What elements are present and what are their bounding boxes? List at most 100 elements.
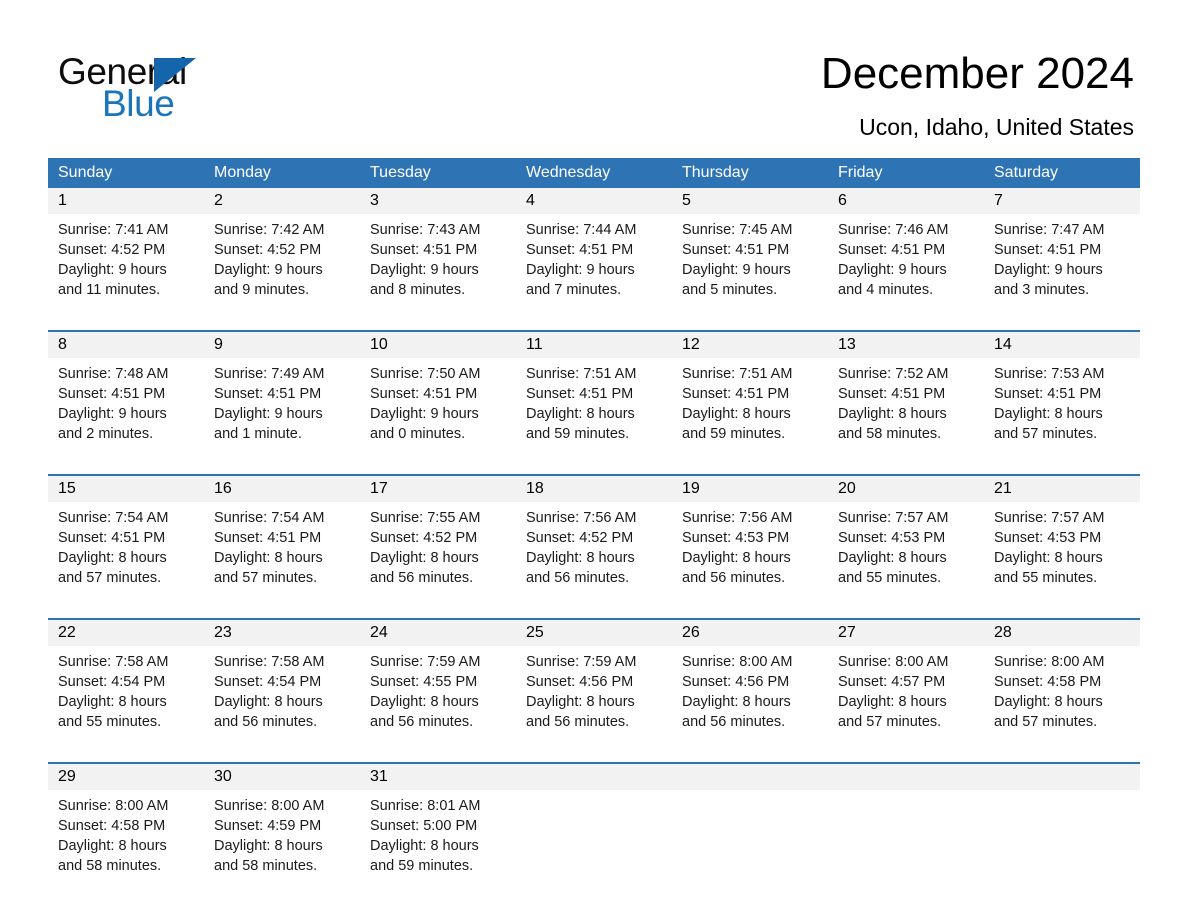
daynum-cell[interactable]: 30 <box>204 764 360 790</box>
daynum-cell[interactable]: 16 <box>204 476 360 502</box>
day-cell[interactable]: Sunrise: 7:58 AM Sunset: 4:54 PM Dayligh… <box>204 646 360 754</box>
daynum-cell[interactable]: 4 <box>516 188 672 214</box>
week-1-daynum-row: 1 2 3 4 5 6 7 <box>48 188 1140 214</box>
daylight-text-line2: and 1 minute. <box>214 426 302 442</box>
daynum-cell[interactable]: 20 <box>828 476 984 502</box>
daynum-cell[interactable]: 15 <box>48 476 204 502</box>
daynum-cell[interactable]: 29 <box>48 764 204 790</box>
daynum-cell[interactable]: 10 <box>360 332 516 358</box>
daynum-cell[interactable]: 23 <box>204 620 360 646</box>
sunrise-text: Sunrise: 7:55 AM <box>370 510 481 526</box>
daylight-text-line2: and 58 minutes. <box>214 858 318 874</box>
daynum-cell[interactable]: 12 <box>672 332 828 358</box>
daynum-cell[interactable]: 14 <box>984 332 1140 358</box>
day-cell[interactable]: Sunrise: 7:48 AM Sunset: 4:51 PM Dayligh… <box>48 358 204 466</box>
sunrise-text: Sunrise: 8:00 AM <box>994 654 1105 670</box>
day-cell[interactable]: Sunrise: 8:00 AM Sunset: 4:56 PM Dayligh… <box>672 646 828 754</box>
day-cell[interactable]: Sunrise: 7:47 AM Sunset: 4:51 PM Dayligh… <box>984 214 1140 322</box>
daynum-cell[interactable]: 27 <box>828 620 984 646</box>
daylight-text-line1: Daylight: 9 hours <box>58 406 167 422</box>
day-cell[interactable]: Sunrise: 7:55 AM Sunset: 4:52 PM Dayligh… <box>360 502 516 610</box>
daylight-text-line1: Daylight: 9 hours <box>682 262 791 278</box>
daynum-cell[interactable]: 1 <box>48 188 204 214</box>
daynum-cell[interactable]: 21 <box>984 476 1140 502</box>
daynum-cell[interactable]: 3 <box>360 188 516 214</box>
day-cell[interactable]: Sunrise: 7:46 AM Sunset: 4:51 PM Dayligh… <box>828 214 984 322</box>
sunset-text: Sunset: 4:53 PM <box>838 530 946 546</box>
daynum-cell[interactable]: 28 <box>984 620 1140 646</box>
daylight-text-line2: and 59 minutes. <box>526 426 630 442</box>
day-cell[interactable]: Sunrise: 7:50 AM Sunset: 4:51 PM Dayligh… <box>360 358 516 466</box>
daylight-text-line2: and 8 minutes. <box>370 282 466 298</box>
daylight-text-line1: Daylight: 8 hours <box>526 550 635 566</box>
daynum-cell[interactable]: 25 <box>516 620 672 646</box>
day-cell[interactable]: Sunrise: 7:57 AM Sunset: 4:53 PM Dayligh… <box>828 502 984 610</box>
day-cell[interactable]: Sunrise: 7:49 AM Sunset: 4:51 PM Dayligh… <box>204 358 360 466</box>
day-cell[interactable]: Sunrise: 7:58 AM Sunset: 4:54 PM Dayligh… <box>48 646 204 754</box>
day-cell[interactable]: Sunrise: 7:41 AM Sunset: 4:52 PM Dayligh… <box>48 214 204 322</box>
daylight-text-line2: and 58 minutes. <box>58 858 162 874</box>
dow-header-wednesday: Wednesday <box>516 158 672 188</box>
daylight-text-line1: Daylight: 9 hours <box>370 406 479 422</box>
daynum-cell[interactable]: 26 <box>672 620 828 646</box>
daylight-text-line2: and 56 minutes. <box>682 714 786 730</box>
daylight-text-line2: and 59 minutes. <box>682 426 786 442</box>
daynum-cell[interactable]: 24 <box>360 620 516 646</box>
daynum-cell[interactable]: 13 <box>828 332 984 358</box>
daynum-cell[interactable]: 11 <box>516 332 672 358</box>
day-cell-empty <box>516 790 672 898</box>
daynum-cell[interactable]: 9 <box>204 332 360 358</box>
daynum-cell-empty <box>984 764 1140 790</box>
day-cell[interactable]: Sunrise: 7:56 AM Sunset: 4:52 PM Dayligh… <box>516 502 672 610</box>
daynum-cell[interactable]: 17 <box>360 476 516 502</box>
dow-header-monday: Monday <box>204 158 360 188</box>
daynum-cell[interactable]: 19 <box>672 476 828 502</box>
day-cell[interactable]: Sunrise: 7:51 AM Sunset: 4:51 PM Dayligh… <box>672 358 828 466</box>
sunset-text: Sunset: 4:51 PM <box>838 386 946 402</box>
daylight-text-line2: and 57 minutes. <box>214 570 318 586</box>
day-cell[interactable]: Sunrise: 8:00 AM Sunset: 4:57 PM Dayligh… <box>828 646 984 754</box>
sunrise-text: Sunrise: 7:53 AM <box>994 366 1105 382</box>
daynum-cell[interactable]: 8 <box>48 332 204 358</box>
daynum-cell[interactable]: 18 <box>516 476 672 502</box>
daylight-text-line2: and 58 minutes. <box>838 426 942 442</box>
daylight-text-line1: Daylight: 8 hours <box>994 694 1103 710</box>
day-cell[interactable]: Sunrise: 7:43 AM Sunset: 4:51 PM Dayligh… <box>360 214 516 322</box>
day-cell[interactable]: Sunrise: 7:59 AM Sunset: 4:56 PM Dayligh… <box>516 646 672 754</box>
day-cell[interactable]: Sunrise: 8:00 AM Sunset: 4:59 PM Dayligh… <box>204 790 360 898</box>
daylight-text-line1: Daylight: 8 hours <box>370 838 479 854</box>
daynum-cell[interactable]: 7 <box>984 188 1140 214</box>
sunset-text: Sunset: 4:51 PM <box>526 386 634 402</box>
day-cell[interactable]: Sunrise: 7:42 AM Sunset: 4:52 PM Dayligh… <box>204 214 360 322</box>
daynum-cell[interactable]: 2 <box>204 188 360 214</box>
day-cell[interactable]: Sunrise: 7:53 AM Sunset: 4:51 PM Dayligh… <box>984 358 1140 466</box>
sunrise-text: Sunrise: 7:47 AM <box>994 222 1105 238</box>
day-cell[interactable]: Sunrise: 8:00 AM Sunset: 4:58 PM Dayligh… <box>48 790 204 898</box>
sunset-text: Sunset: 4:51 PM <box>370 386 478 402</box>
sunset-text: Sunset: 4:58 PM <box>994 674 1102 690</box>
day-cell[interactable]: Sunrise: 7:56 AM Sunset: 4:53 PM Dayligh… <box>672 502 828 610</box>
day-cell[interactable]: Sunrise: 8:01 AM Sunset: 5:00 PM Dayligh… <box>360 790 516 898</box>
day-cell[interactable]: Sunrise: 7:54 AM Sunset: 4:51 PM Dayligh… <box>48 502 204 610</box>
day-cell[interactable]: Sunrise: 7:52 AM Sunset: 4:51 PM Dayligh… <box>828 358 984 466</box>
general-blue-logo[interactable]: General Blue <box>58 52 358 132</box>
daylight-text-line1: Daylight: 8 hours <box>838 550 947 566</box>
day-cell[interactable]: Sunrise: 7:45 AM Sunset: 4:51 PM Dayligh… <box>672 214 828 322</box>
daylight-text-line1: Daylight: 9 hours <box>214 262 323 278</box>
day-cell[interactable]: Sunrise: 7:57 AM Sunset: 4:53 PM Dayligh… <box>984 502 1140 610</box>
daynum-cell[interactable]: 31 <box>360 764 516 790</box>
daylight-text-line1: Daylight: 8 hours <box>526 406 635 422</box>
day-cell[interactable]: Sunrise: 7:54 AM Sunset: 4:51 PM Dayligh… <box>204 502 360 610</box>
day-cell[interactable]: Sunrise: 7:59 AM Sunset: 4:55 PM Dayligh… <box>360 646 516 754</box>
daynum-cell[interactable]: 22 <box>48 620 204 646</box>
sunset-text: Sunset: 4:51 PM <box>526 242 634 258</box>
daynum-cell[interactable]: 5 <box>672 188 828 214</box>
day-cell[interactable]: Sunrise: 7:51 AM Sunset: 4:51 PM Dayligh… <box>516 358 672 466</box>
daylight-text-line1: Daylight: 8 hours <box>370 694 479 710</box>
daynum-cell[interactable]: 6 <box>828 188 984 214</box>
week-separator <box>48 322 1140 332</box>
logo-word-blue: Blue <box>102 83 175 124</box>
day-cell[interactable]: Sunrise: 7:44 AM Sunset: 4:51 PM Dayligh… <box>516 214 672 322</box>
day-cell[interactable]: Sunrise: 8:00 AM Sunset: 4:58 PM Dayligh… <box>984 646 1140 754</box>
daylight-text-line2: and 57 minutes. <box>58 570 162 586</box>
